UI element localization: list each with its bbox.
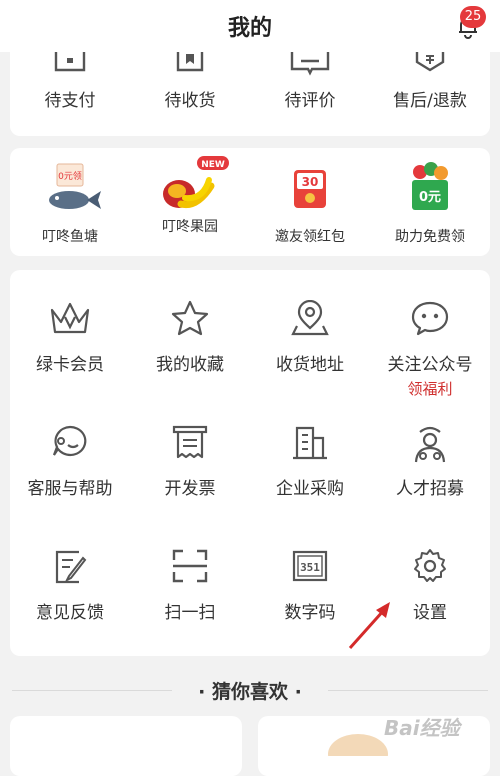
gear-icon: [414, 549, 446, 582]
order-item-pending-review[interactable]: 待评价: [250, 52, 370, 111]
free-gift-basket-icon: 0元: [412, 162, 448, 210]
orders-card: 待支付 待收货 待评价 售后/退款: [10, 52, 490, 136]
top-bar: 我的 25: [0, 0, 500, 52]
location-pin-icon: [291, 300, 329, 336]
service-label: 客服与帮助: [27, 479, 113, 499]
service-label: 扫一扫: [164, 603, 216, 623]
order-item-after-sales[interactable]: 售后/退款: [370, 52, 490, 111]
product-card[interactable]: [10, 716, 242, 776]
crown-icon: [50, 302, 90, 334]
recommend-title: 猜你喜欢: [211, 681, 288, 703]
scan-icon: [172, 549, 208, 583]
red-envelope-icon: 30: [294, 170, 326, 208]
notification-badge: 25: [460, 6, 486, 28]
recruit-icon: [414, 426, 446, 463]
refund-icon: [415, 52, 445, 72]
page-title: 我的: [227, 16, 272, 41]
recommend-section-title: · 猜你喜欢 ·: [0, 677, 500, 704]
fish-pond-art-text: 0元领: [58, 170, 82, 182]
dot-icon: ·: [288, 681, 302, 703]
promo-free-gift[interactable]: 0元 助力免费领: [370, 160, 490, 246]
promo-label: 叮咚鱼塘: [42, 229, 98, 245]
wallet-icon: [54, 52, 86, 72]
service-label: 意见反馈: [36, 603, 104, 623]
dot-icon: ·: [198, 681, 212, 703]
service-label: 企业采购: [276, 479, 344, 499]
promo-fruit-orchard[interactable]: NEW 叮咚果园: [130, 150, 250, 236]
service-shipping-address[interactable]: 收货地址: [250, 300, 370, 375]
service-feedback[interactable]: 意见反馈: [10, 548, 130, 623]
promo-invite-red-envelope[interactable]: 30 邀友领红包: [250, 160, 370, 246]
building-icon: [293, 426, 327, 460]
red-envelope-art-text: 30: [302, 175, 319, 189]
digit-code-icon: 351: [292, 550, 328, 582]
package-icon: [176, 52, 204, 72]
feedback-icon: [55, 550, 87, 584]
star-icon: [171, 300, 209, 336]
service-label: 关注公众号: [387, 355, 473, 375]
promo-fish-pond[interactable]: 0元领 叮咚鱼塘: [10, 160, 130, 246]
digit-code-icon-text: 351: [300, 561, 320, 574]
get-benefits-label: 领福利: [407, 380, 453, 398]
service-label: 绿卡会员: [36, 355, 104, 375]
fish-pond-icon: 0元领: [49, 163, 101, 209]
promotions-card: 0元领 叮咚鱼塘 NEW 叮咚果园 30 邀友领红包 0元 助力免费领: [10, 148, 490, 256]
service-label: 我的收藏: [156, 355, 224, 375]
order-item-pending-payment[interactable]: 待支付: [10, 52, 130, 111]
wechat-icon: [411, 301, 449, 336]
service-label: 人才招募: [396, 479, 464, 499]
service-customer-support[interactable]: 客服与帮助: [10, 424, 130, 499]
promo-label: 助力免费领: [395, 229, 465, 245]
services-card: 绿卡会员 我的收藏 收货地址 关注公众号 领福利 客服与帮助 开发票 企业采购 …: [10, 270, 490, 656]
service-my-favorites[interactable]: 我的收藏: [130, 300, 250, 375]
promo-label: 邀友领红包: [275, 229, 345, 245]
invoice-icon: [172, 425, 208, 459]
service-enterprise-purchase[interactable]: 企业采购: [250, 424, 370, 499]
order-label: 待评价: [284, 91, 336, 111]
new-tag: NEW: [201, 160, 225, 170]
order-label: 售后/退款: [393, 91, 467, 111]
service-invoice[interactable]: 开发票: [130, 424, 250, 499]
free-gift-art-text: 0元: [419, 190, 441, 205]
service-green-card-member[interactable]: 绿卡会员: [10, 300, 130, 375]
service-label: 收货地址: [276, 355, 344, 375]
order-label: 待支付: [44, 91, 96, 111]
service-scan[interactable]: 扫一扫: [130, 548, 250, 623]
annotation-arrow-icon: [348, 602, 390, 650]
promo-label: 叮咚果园: [162, 219, 218, 235]
service-follow-official-account[interactable]: 关注公众号 领福利: [370, 300, 490, 399]
service-label: 开发票: [164, 479, 216, 499]
order-item-pending-receipt[interactable]: 待收货: [130, 52, 250, 111]
watermark-logo: Bai经验: [384, 716, 460, 740]
fruit-orchard-icon: NEW: [163, 156, 229, 209]
order-label: 待收货: [164, 91, 216, 111]
customer-service-icon: [52, 425, 87, 457]
comment-icon: [290, 52, 330, 76]
service-talent-recruitment[interactable]: 人才招募: [370, 424, 490, 499]
